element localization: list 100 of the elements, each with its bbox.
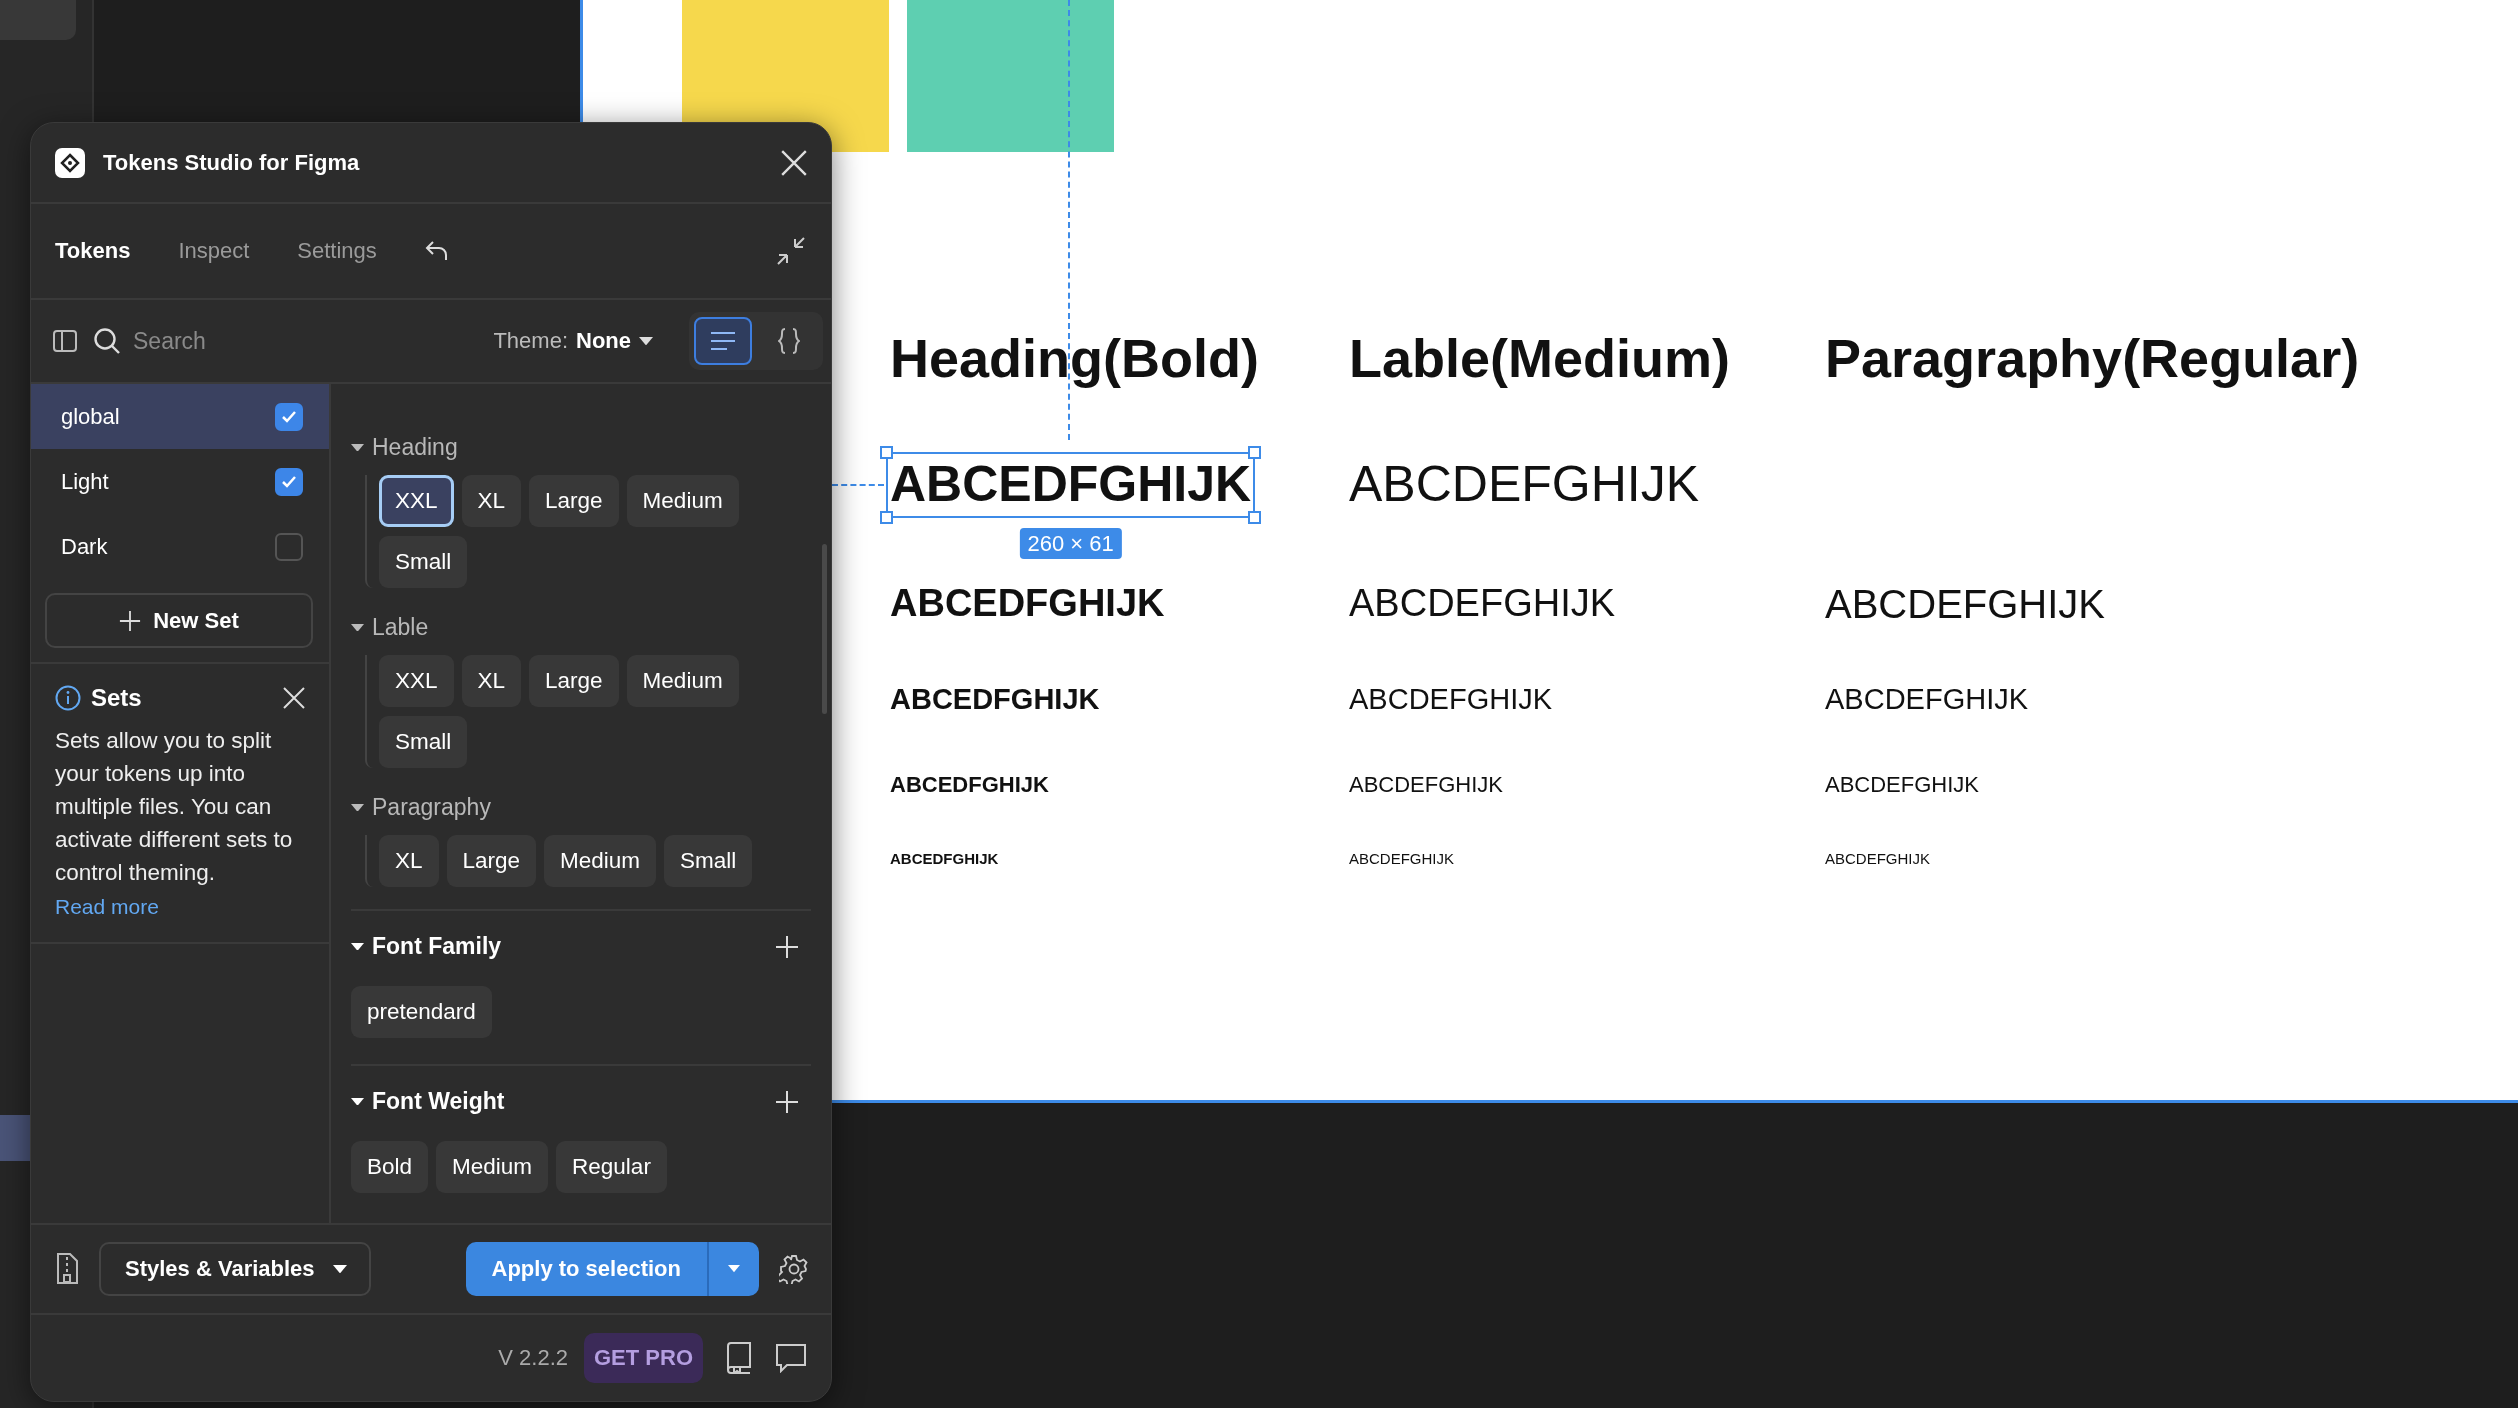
canvas-text[interactable]: ABCEDFGHIJK (890, 683, 1100, 716)
tab[interactable]: Inspect (178, 238, 250, 264)
group-toggle[interactable]: Heading (351, 434, 458, 461)
canvas-heading: Lable(Medium) (1349, 327, 1731, 389)
close-button[interactable] (283, 687, 305, 709)
scrollbar[interactable] (822, 544, 827, 714)
token-chip[interactable]: Medium (626, 475, 739, 527)
resize-handle[interactable] (1248, 446, 1262, 460)
caret-icon (351, 1097, 364, 1106)
caret-icon (728, 1265, 740, 1273)
new-set-button[interactable]: New Set (45, 593, 313, 648)
canvas-text[interactable]: ABCDEFGHIJK (1349, 456, 1700, 513)
mode-dropdown[interactable]: Styles & Variables (99, 1242, 371, 1296)
canvas-text[interactable]: ABCDEFGHIJK (1825, 850, 1930, 868)
settings-button[interactable] (779, 1254, 809, 1284)
read-more-link[interactable]: Read more (55, 895, 159, 919)
canvas-heading: Paragraphy(Regular) (1825, 327, 2361, 389)
token-chip[interactable]: Small (379, 536, 468, 588)
list-view-button[interactable] (694, 317, 752, 365)
set-item[interactable]: Dark (31, 514, 329, 579)
token-chip[interactable]: XXL (379, 475, 454, 527)
caret-icon (639, 336, 653, 346)
settings-icon (779, 1254, 809, 1284)
check-icon (281, 409, 297, 424)
info-text: Sets allow you to split your tokens up into multiple files. You can activate different sets to control theming. (55, 727, 294, 887)
apply-button[interactable]: Apply to selection (465, 1242, 707, 1296)
checkbox[interactable] (275, 467, 303, 496)
version-label: V 2.2.2 (498, 1345, 568, 1371)
feedback-button[interactable] (775, 1343, 807, 1373)
set-item[interactable]: Light (31, 449, 329, 514)
canvas-text[interactable]: ABCDEFGHIJK (1349, 850, 1454, 868)
checkbox[interactable] (275, 402, 303, 431)
token-chip[interactable]: Medium (436, 1141, 549, 1193)
plus-icon (775, 1089, 799, 1114)
undo-icon (424, 240, 449, 262)
check-icon (281, 474, 297, 489)
caret-icon (351, 623, 364, 632)
token-chip[interactable]: Large (529, 655, 619, 707)
tab[interactable]: Tokens (55, 238, 131, 264)
info-icon (55, 685, 81, 711)
checkbox[interactable] (275, 532, 303, 561)
caret-icon (351, 942, 364, 951)
canvas-text[interactable]: ABCDEFGHIJK (1349, 582, 1616, 625)
group-toggle[interactable]: Lable (351, 614, 429, 641)
collapse-button[interactable] (775, 235, 807, 267)
canvas-heading: Heading(Bold) (890, 327, 1260, 389)
docs-button[interactable] (725, 1342, 753, 1374)
token-chip[interactable]: XL (461, 475, 522, 527)
window-title: Tokens Studio for Figma (103, 149, 361, 176)
undo-button[interactable] (424, 240, 449, 262)
token-chip[interactable]: pretendard (351, 986, 492, 1038)
token-chip[interactable]: Small (664, 835, 753, 887)
canvas-text[interactable]: ABCEDFGHIJK (890, 850, 999, 868)
section-toggle[interactable]: Font Weight (351, 1088, 505, 1115)
token-chip[interactable]: Medium (544, 835, 657, 887)
token-chip[interactable]: Large (529, 475, 619, 527)
set-item[interactable]: global (31, 384, 329, 449)
canvas-text[interactable]: ABCDEFGHIJK (1825, 582, 2106, 626)
canvas-text[interactable]: ABCEDFGHIJK (890, 456, 1252, 513)
file-icon (55, 1253, 79, 1285)
plus-icon (775, 934, 799, 959)
braces-icon (778, 328, 800, 354)
token-chip[interactable]: XXL (379, 655, 454, 707)
canvas-text[interactable]: ABCEDFGHIJK (890, 582, 1165, 625)
caret-icon (351, 443, 364, 452)
group-toggle[interactable]: Paragraphy (351, 794, 491, 821)
book-icon (725, 1342, 753, 1374)
add-button[interactable] (775, 934, 799, 959)
sidebar-toggle-button[interactable] (53, 329, 77, 353)
add-button[interactable] (775, 1089, 799, 1114)
section-toggle[interactable]: Font Family (351, 933, 502, 960)
sidebar-icon (53, 329, 77, 353)
info-title: Sets (91, 684, 143, 712)
token-chip[interactable]: Large (446, 835, 537, 887)
token-chip[interactable]: Regular (556, 1141, 667, 1193)
search-icon (93, 327, 121, 355)
list-icon (710, 331, 736, 351)
close-button[interactable] (781, 149, 807, 176)
close-icon (781, 149, 807, 176)
canvas-text[interactable]: ABCDEFGHIJK (1349, 683, 1553, 716)
token-chip[interactable]: Medium (626, 655, 739, 707)
theme-dropdown[interactable]: Theme: None (487, 327, 659, 355)
token-chip[interactable]: XL (461, 655, 522, 707)
collapse-icon (775, 235, 807, 267)
search-field[interactable]: Search (133, 327, 333, 355)
app-logo-icon (55, 147, 85, 178)
close-icon (283, 687, 305, 709)
canvas-text[interactable]: ABCDEFGHIJK (1349, 772, 1504, 798)
dimension-label: 260 × 61 (1019, 527, 1122, 560)
canvas-text[interactable]: ABCDEFGHIJK (1825, 772, 1980, 798)
chat-icon (775, 1343, 807, 1373)
file-button[interactable] (55, 1253, 79, 1285)
token-chip[interactable]: Small (379, 716, 468, 768)
tab[interactable]: Settings (297, 238, 377, 264)
token-chip[interactable]: XL (379, 835, 439, 887)
get-pro-button[interactable]: GET PRO (584, 1333, 703, 1383)
resize-handle[interactable] (880, 446, 893, 460)
canvas-text[interactable]: ABCDEFGHIJK (1825, 683, 2029, 716)
token-chip[interactable]: Bold (351, 1141, 429, 1193)
canvas-text[interactable]: ABCEDFGHIJK (890, 772, 1049, 798)
